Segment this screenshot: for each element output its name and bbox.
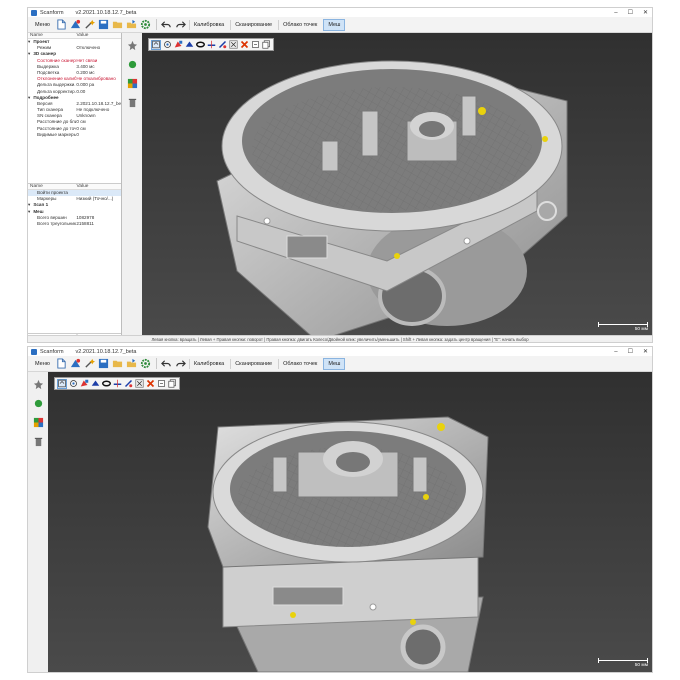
multicolor-cube-icon[interactable] bbox=[126, 77, 138, 89]
tab-point-cloud[interactable]: Облако точек bbox=[278, 358, 321, 369]
3d-viewport[interactable]: 50 мм bbox=[48, 372, 652, 672]
scale-bar: 50 мм bbox=[598, 658, 648, 668]
col-name-header: Name bbox=[30, 184, 43, 189]
redo-icon[interactable] bbox=[175, 358, 187, 370]
delete-red-x-icon[interactable] bbox=[145, 379, 155, 389]
title-bar: Scanform v2.2021.10.18.12.7_beta – ☐ ✕ bbox=[28, 347, 652, 356]
fill-blue-icon[interactable] bbox=[184, 40, 194, 50]
window-title: v2.2021.10.18.12.7_beta bbox=[75, 348, 137, 355]
settings-gear-icon[interactable] bbox=[140, 19, 152, 31]
main-toolbar: Меню Калибровка Сканирование Облако точе… bbox=[28, 17, 652, 33]
target-rotate-icon[interactable] bbox=[68, 379, 78, 389]
align-icon[interactable] bbox=[123, 379, 133, 389]
col-value-header: Value bbox=[76, 184, 89, 189]
menu-button[interactable]: Меню bbox=[31, 22, 54, 28]
minimize-button[interactable]: – bbox=[614, 349, 617, 355]
export-mesh-icon[interactable] bbox=[156, 379, 166, 389]
tab-mesh[interactable]: Меш bbox=[323, 18, 346, 31]
property-name: Видимые маркеры bbox=[37, 131, 77, 137]
save-icon[interactable] bbox=[98, 358, 110, 370]
tab-mesh[interactable]: Меш bbox=[323, 357, 346, 370]
select-red-icon[interactable] bbox=[173, 40, 183, 50]
app-name: Scanform bbox=[40, 9, 64, 16]
ring-icon[interactable] bbox=[101, 379, 111, 389]
property-value: 0 bbox=[76, 131, 79, 137]
main-toolbar: Меню Калибровка Сканирование Облако точе… bbox=[28, 356, 652, 372]
property-row[interactable]: Всего треугольников2158811 bbox=[28, 221, 121, 227]
view-toolbar bbox=[54, 377, 180, 390]
undo-icon[interactable] bbox=[161, 19, 173, 31]
wand-icon[interactable] bbox=[84, 19, 96, 31]
select-red-icon[interactable] bbox=[79, 379, 89, 389]
star-icon[interactable] bbox=[126, 39, 138, 51]
settings-gear-icon[interactable] bbox=[140, 358, 152, 370]
scale-bar: 50 мм bbox=[598, 322, 648, 332]
maximize-button[interactable]: ☐ bbox=[628, 348, 633, 355]
toolbar-separator bbox=[155, 358, 157, 369]
scan-icon[interactable] bbox=[70, 19, 82, 31]
new-project-icon[interactable] bbox=[56, 358, 68, 370]
new-project-icon[interactable] bbox=[56, 19, 68, 31]
window-title: v2.2021.10.18.12.7_beta bbox=[75, 9, 137, 16]
app-logo-icon bbox=[31, 9, 37, 16]
app-name: Scanform bbox=[40, 348, 64, 355]
mesh-model bbox=[207, 416, 489, 672]
export-icon[interactable] bbox=[126, 358, 138, 370]
fill-blue-icon[interactable] bbox=[90, 379, 100, 389]
redo-icon[interactable] bbox=[175, 19, 187, 31]
tab-calibration[interactable]: Калибровка bbox=[188, 19, 228, 30]
minimize-button[interactable]: – bbox=[614, 10, 617, 16]
app-logo-icon bbox=[31, 348, 37, 355]
maximize-button[interactable]: ☐ bbox=[628, 9, 633, 16]
side-toolbar bbox=[28, 372, 48, 672]
status-bar: Левая кнопка: вращать | Левая + Правая к… bbox=[28, 335, 652, 342]
properties-panel: Name Value ▾ Проект Режим Отключено ▾ 3D ска… bbox=[28, 33, 122, 342]
plane-cut-icon[interactable] bbox=[112, 379, 122, 389]
toolbar-separator bbox=[155, 19, 157, 30]
trash-icon[interactable] bbox=[32, 435, 44, 447]
tab-point-cloud[interactable]: Облако точек bbox=[278, 19, 321, 30]
wand-icon[interactable] bbox=[84, 358, 96, 370]
scan-icon[interactable] bbox=[70, 358, 82, 370]
open-folder-icon[interactable] bbox=[112, 19, 124, 31]
save-icon[interactable] bbox=[98, 19, 110, 31]
col-name-header: Name bbox=[30, 33, 43, 38]
3d-viewport[interactable]: 50 мм bbox=[142, 33, 652, 335]
target-rotate-icon[interactable] bbox=[162, 40, 172, 50]
scale-label: 50 мм bbox=[634, 327, 648, 332]
property-value: 2158811 bbox=[76, 220, 94, 226]
export-icon[interactable] bbox=[126, 19, 138, 31]
fit-view-icon[interactable] bbox=[151, 39, 161, 50]
open-folder-icon[interactable] bbox=[112, 358, 124, 370]
star-icon[interactable] bbox=[32, 378, 44, 390]
close-button[interactable]: ✕ bbox=[643, 348, 648, 355]
properties-table: Name Value ▾ Проект Режим Отключено ▾ 3D ска… bbox=[28, 33, 121, 138]
title-bar: Scanform v2.2021.10.18.12.7_beta – ☐ ✕ bbox=[28, 8, 652, 17]
menu-button[interactable]: Меню bbox=[31, 361, 54, 367]
green-dot-icon[interactable] bbox=[32, 397, 44, 409]
tab-scanning[interactable]: Сканирование bbox=[230, 358, 276, 369]
multicolor-cube-icon[interactable] bbox=[32, 416, 44, 428]
trash-icon[interactable] bbox=[126, 96, 138, 108]
undo-icon[interactable] bbox=[161, 358, 173, 370]
tab-scanning[interactable]: Сканирование bbox=[230, 19, 276, 30]
property-name: Всего треугольников bbox=[37, 220, 77, 226]
copy-icon[interactable] bbox=[167, 379, 177, 389]
tab-calibration[interactable]: Калибровка bbox=[188, 358, 228, 369]
property-row[interactable]: Видимые маркеры 0 bbox=[28, 132, 121, 138]
close-button[interactable]: ✕ bbox=[643, 9, 648, 16]
fit-view-icon[interactable] bbox=[57, 378, 67, 389]
mesh-model bbox=[216, 60, 568, 335]
remove-markers-icon[interactable] bbox=[134, 379, 144, 389]
project-table: Name Value Войти проекта Маркеры Низкий (То… bbox=[28, 183, 121, 227]
screenshot-top: Scanform v2.2021.10.18.12.7_beta – ☐ ✕ М… bbox=[27, 7, 653, 343]
screenshot-bottom: Scanform v2.2021.10.18.12.7_beta – ☐ ✕ М… bbox=[27, 346, 653, 673]
col-value-header: Value bbox=[76, 33, 89, 38]
side-toolbar bbox=[122, 33, 142, 342]
green-dot-icon[interactable] bbox=[126, 58, 138, 70]
scale-label: 50 мм bbox=[634, 663, 648, 668]
